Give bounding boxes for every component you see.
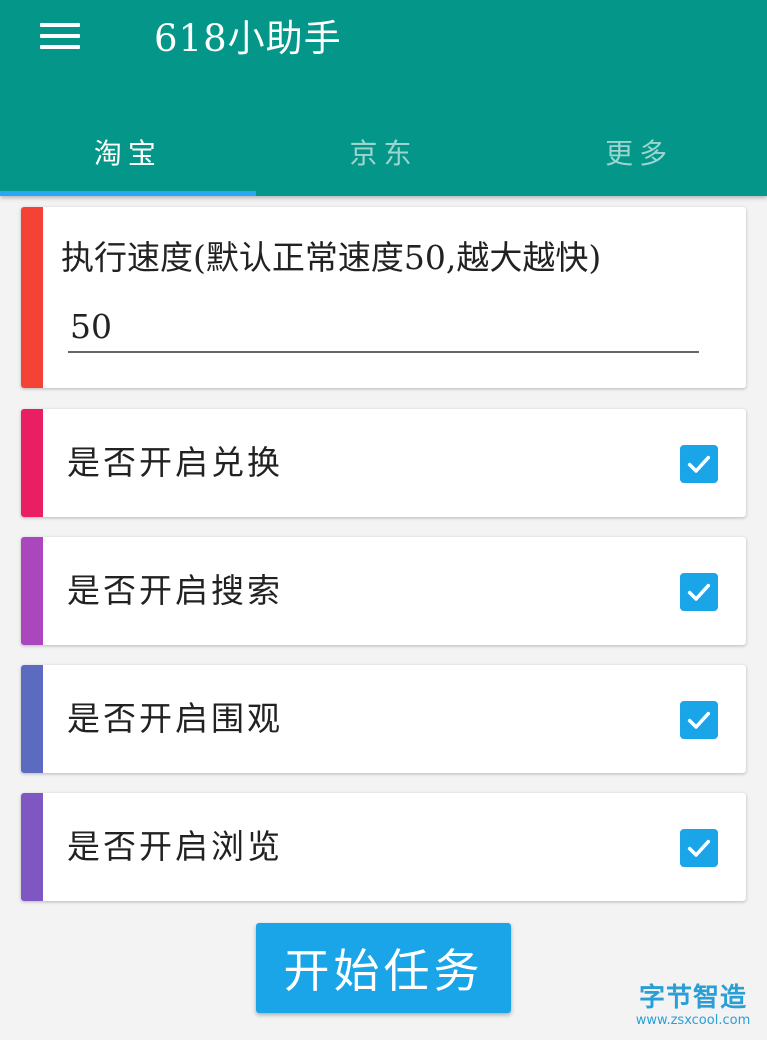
app-bar: 618小助手 淘宝 京东 更多 xyxy=(0,0,767,196)
checkmark-icon xyxy=(687,583,711,601)
option-label-exchange: 是否开启兑换 xyxy=(67,443,283,482)
tab-taobao[interactable]: 淘宝 xyxy=(0,108,256,196)
hamburger-menu-icon[interactable] xyxy=(30,14,90,58)
exchange-checkbox[interactable] xyxy=(680,445,718,483)
watermark-text: 字节智造 xyxy=(638,983,747,1013)
option-card-exchange: 是否开启兑换 xyxy=(21,409,746,517)
browse-checkbox[interactable] xyxy=(680,829,718,867)
speed-input[interactable] xyxy=(68,301,699,353)
option-stripe xyxy=(21,537,43,645)
speed-card: 执行速度(默认正常速度50,越大越快) xyxy=(21,207,746,388)
option-stripe xyxy=(21,665,43,773)
option-stripe xyxy=(21,409,43,517)
option-label-browse: 是否开启浏览 xyxy=(67,827,283,866)
option-label-watch: 是否开启围观 xyxy=(67,699,283,738)
checkmark-icon xyxy=(687,455,711,473)
search-checkbox[interactable] xyxy=(680,573,718,611)
watermark-logo: 字节智造 www.zsxcool.com xyxy=(628,982,758,1032)
option-card-search: 是否开启搜索 xyxy=(21,537,746,645)
app-title: 618小助手 xyxy=(154,17,342,60)
start-task-button[interactable]: 开始任务 xyxy=(256,923,511,1013)
watermark-url: www.zsxcool.com xyxy=(635,1013,751,1028)
tab-jingdong[interactable]: 京东 xyxy=(256,108,512,196)
option-stripe xyxy=(21,793,43,901)
option-card-browse: 是否开启浏览 xyxy=(21,793,746,901)
speed-label: 执行速度(默认正常速度50,越大越快) xyxy=(61,238,602,277)
watch-checkbox[interactable] xyxy=(680,701,718,739)
option-card-watch: 是否开启围观 xyxy=(21,665,746,773)
option-label-search: 是否开启搜索 xyxy=(67,571,283,610)
checkmark-icon xyxy=(687,839,711,857)
tab-bar: 淘宝 京东 更多 xyxy=(0,108,767,196)
tab-more[interactable]: 更多 xyxy=(511,108,767,196)
checkmark-icon xyxy=(687,711,711,729)
speed-card-stripe xyxy=(21,207,43,388)
